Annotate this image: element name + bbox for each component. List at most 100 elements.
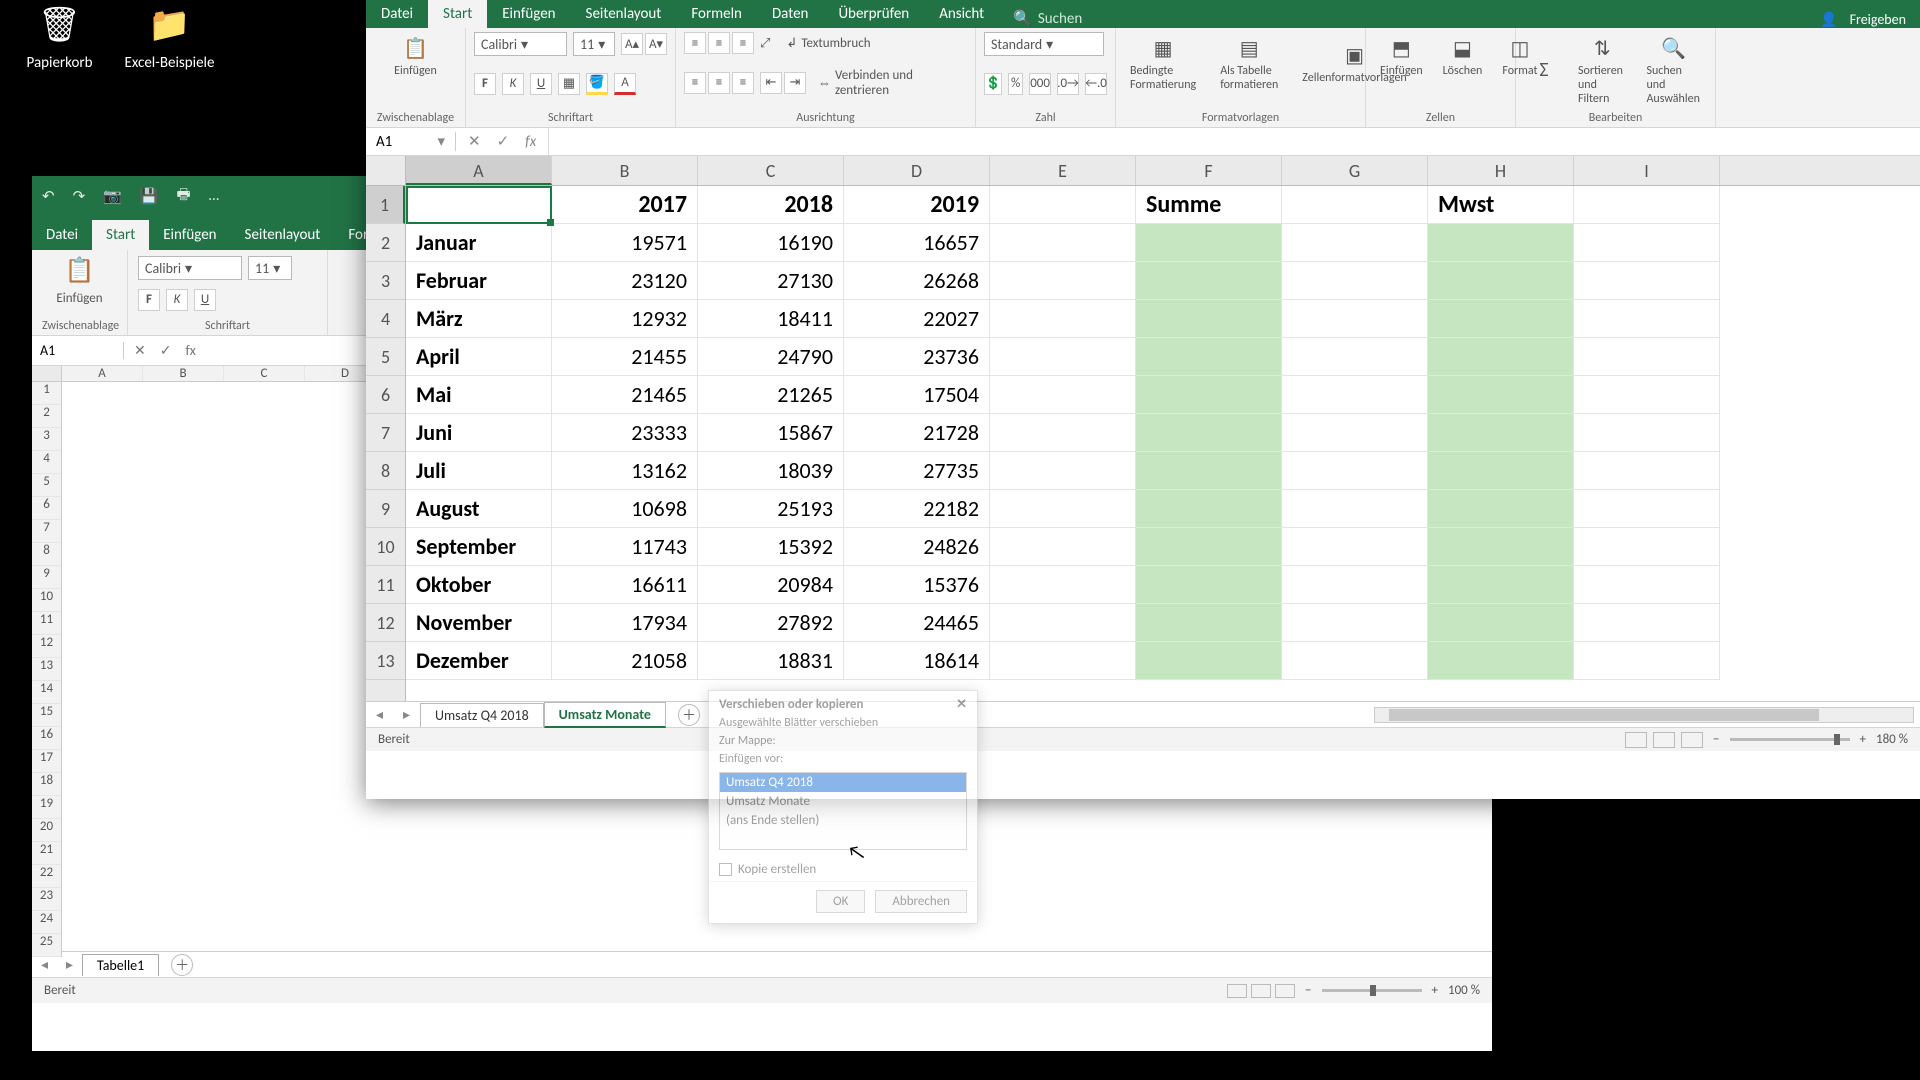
cell[interactable] <box>1136 414 1282 452</box>
view-normal-icon[interactable] <box>1227 984 1247 998</box>
cell[interactable] <box>1428 642 1574 680</box>
delete-cells-button[interactable]: ⬓Löschen <box>1437 32 1489 80</box>
ribbon-tab-start[interactable]: Start <box>92 220 149 250</box>
qat-more-icon[interactable]: … <box>209 187 219 205</box>
cell[interactable]: 23333 <box>552 414 698 452</box>
align-bottom-icon[interactable]: ≡ <box>732 32 754 54</box>
zoom-in-icon[interactable]: + <box>1860 732 1866 747</box>
col-header-c[interactable]: C <box>698 156 844 185</box>
sheet-nav-next-icon[interactable]: ▸ <box>403 706 410 723</box>
row-header[interactable]: 20 <box>32 819 61 842</box>
ok-button[interactable]: OK <box>816 890 865 913</box>
desktop-icon-folder[interactable]: 📁 Excel-Beispiele <box>122 0 217 72</box>
row-header[interactable]: 19 <box>32 796 61 819</box>
cell[interactable]: 21728 <box>844 414 990 452</box>
cell[interactable] <box>1574 452 1720 490</box>
border-button[interactable]: ▦ <box>558 73 580 95</box>
cell[interactable] <box>1428 604 1574 642</box>
formula-bar[interactable] <box>548 128 1920 155</box>
col-header[interactable]: C <box>224 366 305 381</box>
list-item[interactable]: (ans Ende stellen) <box>720 811 966 830</box>
align-center-icon[interactable]: ≡ <box>708 72 730 94</box>
cell[interactable]: 18039 <box>698 452 844 490</box>
cell[interactable] <box>1282 300 1428 338</box>
bold-button[interactable]: F <box>474 73 496 95</box>
cell[interactable] <box>1574 338 1720 376</box>
align-right-icon[interactable]: ≡ <box>732 72 754 94</box>
italic-button[interactable]: K <box>502 73 524 95</box>
inc-decimal-icon[interactable]: .0→ <box>1057 73 1079 95</box>
ribbon-tab-seitenlayout[interactable]: Seitenlayout <box>571 0 677 28</box>
thousands-icon[interactable]: 000 <box>1029 73 1051 95</box>
zoom-slider[interactable] <box>1322 989 1422 992</box>
close-icon[interactable]: ✕ <box>956 697 967 712</box>
view-normal-icon[interactable] <box>1625 732 1647 748</box>
row-header[interactable]: 6 <box>32 497 61 520</box>
row-header[interactable]: 23 <box>32 888 61 911</box>
cell[interactable]: 2017 <box>552 186 698 224</box>
cell[interactable] <box>1136 376 1282 414</box>
col-header[interactable]: A <box>62 366 143 381</box>
underline-button[interactable]: U <box>530 73 552 95</box>
view-pagebreak-icon[interactable] <box>1681 732 1703 748</box>
cell[interactable] <box>1136 642 1282 680</box>
cell[interactable]: 15376 <box>844 566 990 604</box>
cell[interactable]: 21455 <box>552 338 698 376</box>
shrink-font-icon[interactable]: A▾ <box>645 33 667 55</box>
align-left-icon[interactable]: ≡ <box>684 72 706 94</box>
col-header-e[interactable]: E <box>990 156 1136 185</box>
cell[interactable]: 24826 <box>844 528 990 566</box>
merge-center-button[interactable]: ⇔ Verbinden und zentrieren <box>818 68 967 98</box>
accept-formula-icon[interactable]: ✓ <box>497 132 510 151</box>
cell[interactable] <box>1282 376 1428 414</box>
cell[interactable] <box>1574 300 1720 338</box>
cell[interactable]: 2019 <box>844 186 990 224</box>
sheet-nav-prev-icon[interactable]: ◂ <box>376 706 383 723</box>
row-header[interactable]: 3 <box>32 428 61 451</box>
row-header[interactable]: 2 <box>32 405 61 428</box>
cell[interactable]: 18831 <box>698 642 844 680</box>
cells-area[interactable]: 201720182019SummeMwstJanuar1957116190166… <box>406 186 1920 701</box>
row-header[interactable]: 11 <box>366 566 405 604</box>
row-header[interactable]: 1 <box>366 186 405 224</box>
cell[interactable] <box>1428 414 1574 452</box>
cell[interactable] <box>1428 262 1574 300</box>
cell[interactable]: August <box>406 490 552 528</box>
name-box[interactable]: A1 <box>32 342 124 359</box>
cell[interactable] <box>1136 528 1282 566</box>
cell[interactable] <box>990 490 1136 528</box>
cell[interactable]: Summe <box>1136 186 1282 224</box>
cell[interactable]: 18614 <box>844 642 990 680</box>
cell[interactable]: Juli <box>406 452 552 490</box>
cell[interactable] <box>1574 224 1720 262</box>
cell[interactable]: 10698 <box>552 490 698 528</box>
row-headers-front[interactable]: 12345678910111213 <box>366 186 406 701</box>
cell[interactable] <box>990 604 1136 642</box>
row-header[interactable]: 12 <box>366 604 405 642</box>
cell[interactable] <box>990 224 1136 262</box>
cell[interactable] <box>1428 566 1574 604</box>
share-button[interactable]: Freigeben <box>1850 11 1906 28</box>
cell[interactable] <box>990 186 1136 224</box>
orientation-icon[interactable]: ⤢ <box>760 36 770 51</box>
cell[interactable]: 26268 <box>844 262 990 300</box>
cell[interactable]: 16611 <box>552 566 698 604</box>
row-header[interactable]: 10 <box>366 528 405 566</box>
list-item[interactable]: Umsatz Monate <box>720 792 966 811</box>
sheet-tab[interactable]: Umsatz Q4 2018 <box>420 703 544 727</box>
ribbon-tab-datei[interactable]: Datei <box>32 220 92 250</box>
cell[interactable] <box>1282 642 1428 680</box>
font-color-button[interactable]: A <box>614 73 636 95</box>
cell[interactable] <box>990 262 1136 300</box>
cell[interactable]: 23120 <box>552 262 698 300</box>
row-headers-back[interactable]: 1234567891011121314151617181920212223242… <box>32 382 62 957</box>
cell[interactable] <box>1136 224 1282 262</box>
cell[interactable] <box>1282 186 1428 224</box>
zoom-out-icon[interactable]: − <box>1713 732 1719 747</box>
autosum-button[interactable]: Σ <box>1524 54 1564 86</box>
cell[interactable]: 2018 <box>698 186 844 224</box>
row-header[interactable]: 5 <box>366 338 405 376</box>
cell[interactable] <box>1282 414 1428 452</box>
align-middle-icon[interactable]: ≡ <box>708 32 730 54</box>
cell[interactable] <box>1428 224 1574 262</box>
